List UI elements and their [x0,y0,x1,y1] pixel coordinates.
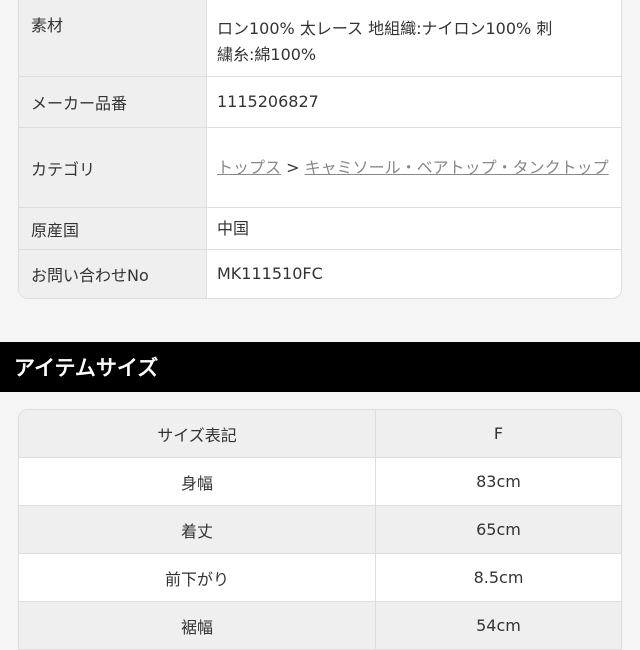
detail-value: 1115206827 [217,92,319,111]
detail-label: メーカー品番 [19,77,207,127]
product-details-table: 素材 ロン100% 太レース 地組織:ナイロン100% 刺 繍糸:綿100% メ… [18,0,622,299]
detail-value: ロン100% 太レース 地組織:ナイロン100% 刺 [217,19,553,38]
detail-row-origin: 原産国 中国 [19,207,621,249]
detail-value: 中国 [217,218,250,238]
section-header-item-size: アイテムサイズ [0,342,640,392]
table-row: 裾幅 54cm [19,601,621,649]
size-table: サイズ表記 F 身幅 83cm 着丈 65cm 前下がり 8.5cm 裾幅 54… [18,409,622,650]
detail-row-inquiry: お問い合わせNo MK111510FC [19,249,621,298]
size-value: 8.5cm [473,568,524,587]
header-cell: F [493,424,504,443]
detail-row-material: 素材 ロン100% 太レース 地組織:ナイロン100% 刺 繍糸:綿100% [19,0,621,76]
category-link-tops[interactable]: トップス [217,158,281,177]
detail-label: カテゴリ [19,128,207,207]
detail-label: 素材 [19,0,207,76]
size-table-header: サイズ表記 F [19,410,621,457]
detail-label: お問い合わせNo [19,250,207,298]
size-label: 身幅 [19,458,376,505]
size-value: 83cm [476,472,521,491]
breadcrumb-separator: > [281,157,305,177]
size-label: 着丈 [19,506,376,553]
table-row: 身幅 83cm [19,457,621,505]
detail-row-category: カテゴリ トップス > キャミソール・ベアトップ・タンクトップ [19,127,621,207]
size-value: 65cm [476,520,521,539]
size-label: 裾幅 [19,602,376,649]
size-label: 前下がり [19,554,376,601]
size-value: 54cm [476,616,521,635]
detail-value: 繍糸:綿100% [217,45,317,64]
table-row: 前下がり 8.5cm [19,553,621,601]
detail-value: MK111510FC [217,264,323,283]
category-link-camisole[interactable]: キャミソール・ベアトップ・タンクトップ [305,158,609,177]
detail-row-maker-number: メーカー品番 1115206827 [19,76,621,127]
detail-label: 原産国 [19,208,207,249]
header-cell: サイズ表記 [19,410,376,457]
table-row: 着丈 65cm [19,505,621,553]
